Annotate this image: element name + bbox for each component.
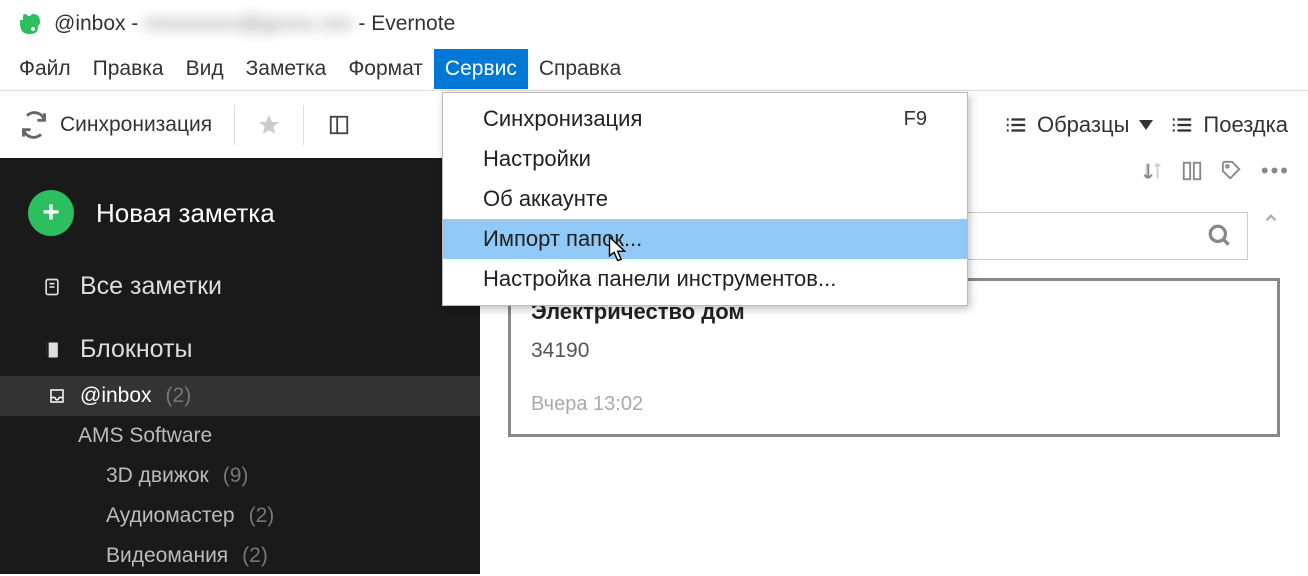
menu-item-справка[interactable]: Справка [528,49,632,89]
toolbar-separator [234,105,235,145]
notebook-icon [42,338,62,362]
menu-item-заметка[interactable]: Заметка [235,49,338,89]
plus-icon: + [28,190,74,236]
note-snippet: 34190 [531,339,1257,363]
chevron-down-icon [1139,120,1153,130]
dropdown-item-label: Настройки [483,146,591,172]
notebook-item[interactable]: Видеомания (2) [0,536,480,576]
search-icon[interactable] [1207,223,1233,249]
shortcut-label: Поездка [1203,112,1288,138]
all-notes-label: Все заметки [80,272,222,301]
sync-icon [20,111,48,139]
notebook-label: AMS Software [78,424,212,448]
sort-icon[interactable] [1141,160,1163,182]
notebook-item[interactable]: Аудиомастер (2) [0,496,480,536]
dropdown-item-label: Об аккаунте [483,186,608,212]
notebook-count: (2) [249,504,275,528]
dropdown-item[interactable]: Настройки [443,139,967,179]
inbox-icon [48,386,66,406]
notebook-label: Аудиомастер [106,504,235,528]
sync-label: Синхронизация [60,113,212,137]
notebook-label: 3D движок [106,464,209,488]
dropdown-shortcut: F9 [904,108,927,131]
note-date: Вчера 13:02 [531,393,1257,416]
dropdown-item[interactable]: Об аккаунте [443,179,967,219]
panel-icon[interactable] [328,113,350,137]
notebook-count: (9) [223,464,249,488]
more-icon[interactable]: ••• [1261,158,1290,184]
shortcut-obraztsy[interactable]: Образцы [1005,112,1153,138]
notebook-count: (2) [242,544,268,568]
notebook-item[interactable]: @inbox (2) [0,376,480,416]
sidebar: + Новая заметка Все заметки Блокноты @in… [0,158,480,574]
star-icon[interactable] [257,113,281,137]
sidebar-notebooks[interactable]: Блокноты [0,323,480,376]
account-email-blurred: nxxxxxxxx@gxxxx.xxx [144,12,352,36]
shortcut-poezdka[interactable]: Поездка [1171,112,1288,138]
notebook-count: (2) [166,384,192,408]
new-note-button[interactable]: + Новая заметка [0,176,480,250]
dropdown-item[interactable]: Синхронизация F9 [443,99,967,139]
notebook-item[interactable]: 3D движок (9) [0,456,480,496]
menu-item-сервис[interactable]: Сервис [434,49,528,89]
titlebar: @inbox - nxxxxxxxx@gxxxx.xxx - Evernote [0,0,1308,48]
window-title: @inbox - nxxxxxxxx@gxxxx.xxx - Evernote [54,12,455,36]
new-note-label: Новая заметка [96,198,275,229]
service-dropdown-menu: Синхронизация F9 Настройки Об аккаунте Импор… [442,92,968,306]
menu-item-формат[interactable]: Формат [337,49,434,89]
dropdown-item-label: Настройка панели инструментов... [483,266,836,292]
chevron-up-icon[interactable] [1262,209,1280,227]
dropdown-item[interactable]: Настройка панели инструментов... [443,259,967,299]
notebooks-label: Блокноты [80,335,192,364]
notebook-label: @inbox [80,384,152,408]
notebook-label: Видеомания [106,544,228,568]
menu-item-вид[interactable]: Вид [175,49,235,89]
shortcut-label: Образцы [1037,112,1129,138]
note-icon [42,275,62,299]
evernote-logo-icon [18,12,42,36]
dropdown-item-label: Синхронизация [483,106,642,132]
menubar: ФайлПравкаВидЗаметкаФорматСервисСправка [0,48,1308,90]
view-mode-icon[interactable] [1181,160,1203,182]
tag-icon[interactable] [1221,160,1243,182]
dropdown-item[interactable]: Импорт папок... [443,219,967,259]
list-icon [1005,114,1027,136]
menu-item-правка[interactable]: Правка [82,49,175,89]
sync-button[interactable]: Синхронизация [20,111,212,139]
list-icon [1171,114,1193,136]
toolbar-separator [303,105,304,145]
sidebar-all-notes[interactable]: Все заметки [0,260,480,313]
menu-item-файл[interactable]: Файл [8,49,82,89]
notebook-item[interactable]: AMS Software [0,416,480,456]
dropdown-item-label: Импорт папок... [483,226,642,252]
